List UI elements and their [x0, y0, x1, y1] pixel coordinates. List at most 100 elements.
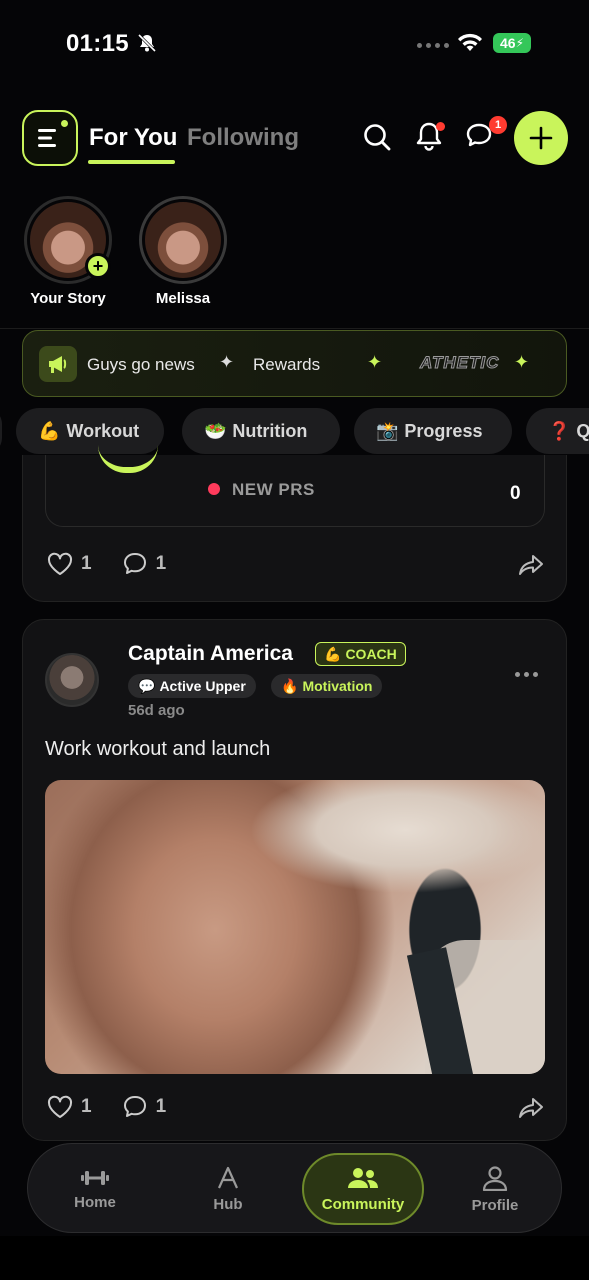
post-image[interactable]	[45, 780, 545, 1074]
dumbbell-icon	[81, 1170, 109, 1185]
story-melissa[interactable]: Melissa	[138, 196, 228, 307]
add-story-icon[interactable]: +	[85, 253, 111, 279]
share-icon[interactable]	[518, 1097, 544, 1119]
messages-button[interactable]: 1	[463, 116, 507, 154]
chip-previous-partial[interactable]	[0, 408, 2, 454]
progress-ring-segment	[98, 445, 158, 473]
prs-status-dot	[208, 483, 220, 495]
wifi-icon	[458, 33, 482, 51]
comment-icon	[123, 1096, 146, 1117]
salad-icon: 🥗	[204, 420, 227, 441]
nav-profile[interactable]: Profile	[440, 1144, 550, 1234]
author-name[interactable]: Captain America	[128, 642, 293, 666]
like-count: 1	[81, 1096, 92, 1117]
hub-logo-icon	[217, 1166, 239, 1188]
sparkle-icon: ✦	[219, 352, 235, 372]
like-button[interactable]: 1	[47, 1095, 92, 1119]
story-label: Melissa	[155, 290, 211, 307]
status-time: 01:15	[66, 30, 129, 57]
person-icon	[482, 1165, 508, 1191]
comment-count: 1	[155, 1096, 167, 1117]
brand-logo-text: ATHETIC	[419, 353, 500, 373]
status-bar: 01:15 46 ⚡	[0, 0, 589, 90]
menu-notification-dot	[61, 120, 68, 127]
post-actions: 1 1	[47, 1094, 186, 1120]
community-people-icon	[348, 1167, 378, 1188]
post-actions: 1 1	[47, 551, 186, 577]
home-indicator-area	[0, 1236, 589, 1280]
megaphone-icon	[39, 346, 77, 382]
tag-motivation[interactable]: 🔥 Motivation	[271, 674, 383, 698]
bottom-navigation: Home Hub Community Profile	[27, 1143, 562, 1233]
story-ring	[139, 196, 227, 284]
prs-label: NEW PRS	[232, 480, 315, 499]
more-options-icon[interactable]	[515, 672, 538, 677]
tab-for-you[interactable]: For You	[89, 124, 177, 152]
active-tab-indicator	[88, 160, 175, 164]
nav-community[interactable]: Community	[308, 1144, 418, 1234]
banner-rewards-text: Rewards	[253, 355, 321, 374]
flexed-biceps-icon: 💪	[324, 645, 342, 662]
silent-bell-icon	[137, 33, 157, 53]
post-text: Work workout and launch	[45, 738, 271, 760]
tag-active-upper[interactable]: 💬 Active Upper	[128, 674, 256, 698]
comment-icon	[123, 553, 146, 574]
speech-bubble-icon: 💬	[138, 677, 156, 694]
coach-badge-label: COACH	[345, 646, 397, 662]
search-icon[interactable]	[362, 122, 392, 152]
messages-badge: 1	[489, 116, 507, 134]
comment-count: 1	[155, 553, 167, 574]
like-count: 1	[81, 553, 92, 574]
sparkle-icon: ✦	[367, 352, 383, 372]
author-avatar[interactable]	[45, 653, 99, 707]
menu-icon	[38, 129, 56, 147]
comment-button[interactable]: 1	[122, 1094, 167, 1120]
menu-button[interactable]	[22, 110, 78, 166]
nav-hub[interactable]: Hub	[173, 1144, 283, 1234]
chip-progress[interactable]: 📸 Progress	[354, 408, 512, 454]
chip-questions[interactable]: ❓ Q	[526, 408, 589, 454]
chip-label: Q	[576, 420, 589, 441]
story-your-story[interactable]: + Your Story	[23, 196, 113, 307]
create-post-button[interactable]	[514, 111, 568, 165]
avatar	[145, 202, 221, 278]
post-card: NEW PRS 0 1 1	[22, 455, 567, 602]
tag-label: Motivation	[302, 678, 373, 694]
nav-label: Home	[74, 1193, 116, 1211]
share-icon[interactable]	[518, 554, 544, 576]
nav-label: Community	[321, 1195, 405, 1213]
stories-divider	[0, 328, 589, 329]
tag-label: Active Upper	[159, 678, 246, 694]
workout-summary-box: NEW PRS 0	[45, 455, 545, 527]
post-card: Captain America 💪 COACH 💬 Active Upper 🔥…	[22, 619, 567, 1141]
app-screen: 01:15 46 ⚡ For You Following 1 + Your St…	[0, 0, 589, 1280]
nav-label: Profile	[471, 1196, 519, 1214]
battery-indicator: 46 ⚡	[493, 33, 531, 53]
news-banner[interactable]: Guys go news ✦ Rewards ✦ ATHETIC ✦	[22, 330, 567, 397]
story-label: Your Story	[30, 290, 106, 307]
prs-count: 0	[510, 483, 521, 504]
chip-label: Workout	[66, 420, 140, 441]
coach-badge: 💪 COACH	[315, 642, 406, 666]
camera-icon: 📸	[376, 420, 399, 441]
story-ring: +	[24, 196, 112, 284]
post-timestamp: 56d ago	[128, 702, 185, 719]
tab-following[interactable]: Following	[187, 124, 299, 152]
notification-dot	[436, 122, 445, 131]
feed-header: For You Following 1	[0, 100, 589, 180]
battery-level: 46	[499, 35, 516, 51]
comment-button[interactable]: 1	[122, 551, 167, 577]
flexed-biceps-icon: 💪	[38, 420, 61, 441]
banner-news-text: Guys go news	[87, 355, 195, 374]
nav-label: Hub	[213, 1195, 243, 1213]
chip-label: Progress	[404, 420, 483, 441]
heart-icon	[47, 1095, 73, 1118]
sparkle-icon: ✦	[514, 352, 530, 372]
nav-home[interactable]: Home	[40, 1144, 150, 1234]
question-mark-icon: ❓	[548, 420, 571, 441]
notifications-button[interactable]	[414, 120, 446, 154]
heart-icon	[47, 552, 73, 575]
like-button[interactable]: 1	[47, 552, 92, 576]
category-chips: 💪 Workout 🥗 Nutrition 📸 Progress ❓ Q	[0, 408, 589, 454]
chip-nutrition[interactable]: 🥗 Nutrition	[182, 408, 340, 454]
